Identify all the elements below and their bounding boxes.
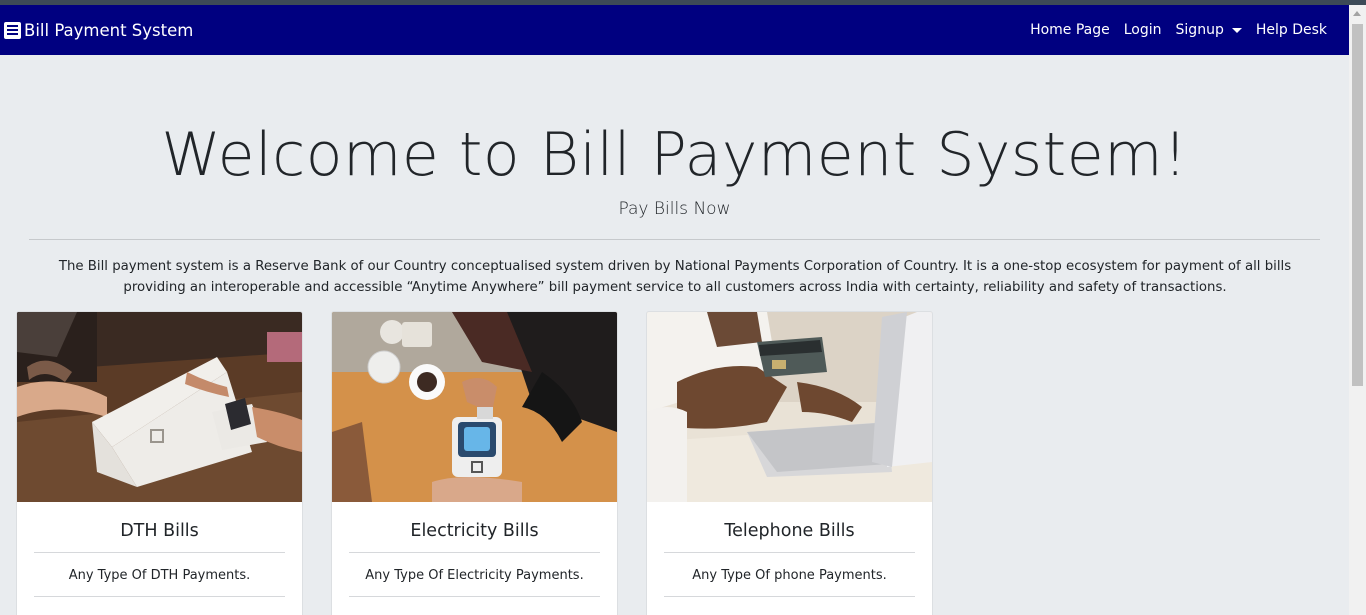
nav-login-link[interactable]: Login: [1117, 22, 1169, 38]
card-title: Telephone Bills: [724, 521, 855, 541]
card-text: Any Type Of phone Payments.: [692, 568, 887, 583]
menu-list-icon: [4, 21, 21, 39]
card-divider: [664, 596, 915, 597]
nav-links: Home Page Login Signup Help Desk: [1023, 22, 1349, 38]
card-terminal-payment-photo: [17, 312, 302, 502]
nav-signup-dropdown[interactable]: Signup: [1169, 22, 1249, 38]
nav-helpdesk-link[interactable]: Help Desk: [1249, 22, 1334, 38]
card-divider: [34, 552, 285, 553]
card-text: Any Type Of DTH Payments.: [68, 568, 251, 583]
card-divider: [664, 552, 915, 553]
vertical-scrollbar[interactable]: [1349, 5, 1366, 615]
card-divider: [349, 552, 600, 553]
hero-divider: [29, 239, 1320, 240]
brand-title[interactable]: Bill Payment System: [24, 21, 193, 40]
nav-home-link[interactable]: Home Page: [1023, 22, 1117, 38]
page-viewport: Bill Payment System Home Page Login Sign…: [0, 5, 1349, 615]
card-dth[interactable]: DTH Bills Any Type Of DTH Payments.: [16, 311, 303, 615]
caret-down-icon: [1231, 27, 1242, 33]
nav-helpdesk-label: Help Desk: [1255, 22, 1327, 38]
scrollbar-thumb[interactable]: [1352, 24, 1363, 386]
scroll-up-arrow-icon[interactable]: [1353, 11, 1361, 16]
card-text: Any Type Of Electricity Payments.: [365, 568, 584, 583]
card-title: DTH Bills: [120, 521, 199, 541]
nav-home-label: Home Page: [1030, 22, 1110, 38]
navbar-brand[interactable]: Bill Payment System: [0, 21, 193, 40]
hero-title: Welcome to Bill Payment System!: [161, 120, 1188, 190]
hero-subtitle: Pay Bills Now: [618, 199, 731, 219]
nav-login-label: Login: [1123, 22, 1162, 38]
card-telephone[interactable]: Telephone Bills Any Type Of phone Paymen…: [646, 311, 933, 615]
card-divider: [34, 596, 285, 597]
nav-signup-label: Signup: [1175, 22, 1224, 38]
card-title: Electricity Bills: [410, 521, 539, 541]
hero-description: The Bill payment system is a Reserve Ban…: [58, 259, 1292, 295]
navbar: Bill Payment System Home Page Login Sign…: [0, 5, 1349, 55]
laptop-online-payment-photo: [647, 312, 932, 502]
contactless-card-reader-photo: [332, 312, 617, 502]
card-electricity[interactable]: Electricity Bills Any Type Of Electricit…: [331, 311, 618, 615]
card-divider: [349, 596, 600, 597]
